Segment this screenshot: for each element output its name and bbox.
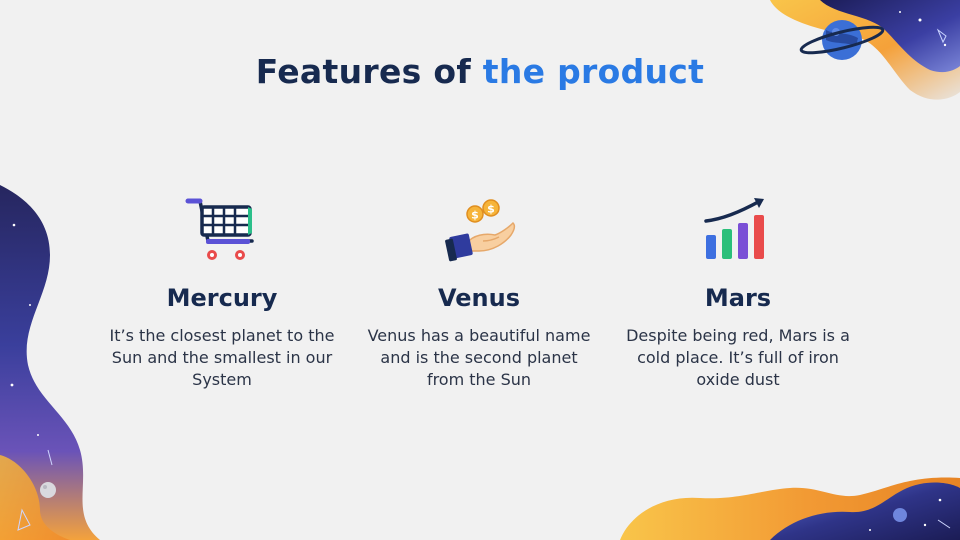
feature-heading: Venus [438, 284, 520, 312]
feature-mars: Mars Despite being red, Mars is a cold p… [618, 195, 858, 391]
small-planet-icon [893, 508, 907, 522]
feature-heading: Mercury [166, 284, 278, 312]
feature-description: Despite being red, Mars is a cold place.… [626, 326, 850, 389]
feature-description: Venus has a beautiful name and is the se… [367, 326, 591, 389]
feature-heading: Mars [704, 284, 772, 312]
title-main: Features of [255, 52, 483, 91]
title-accent: the product [482, 52, 705, 91]
shopping-cart-icon [182, 195, 262, 265]
moon-icon [40, 482, 56, 498]
slide: Features of the product Mercury It’s the… [0, 0, 960, 540]
hand-with-coins-icon: $ $ [439, 195, 519, 265]
svg-text:$: $ [471, 209, 479, 222]
page-title: Features of the product [0, 52, 960, 91]
left-space-decoration [0, 185, 100, 540]
growth-chart-icon [698, 195, 778, 265]
svg-text:$: $ [487, 203, 495, 216]
bottom-right-space-decoration [620, 477, 960, 540]
feature-venus: $ $ Venus Venus has a beautiful name and… [359, 195, 599, 391]
feature-mercury: Mercury It’s the closest planet to the S… [102, 195, 342, 391]
feature-description: It’s the closest planet to the Sun and t… [109, 326, 335, 389]
